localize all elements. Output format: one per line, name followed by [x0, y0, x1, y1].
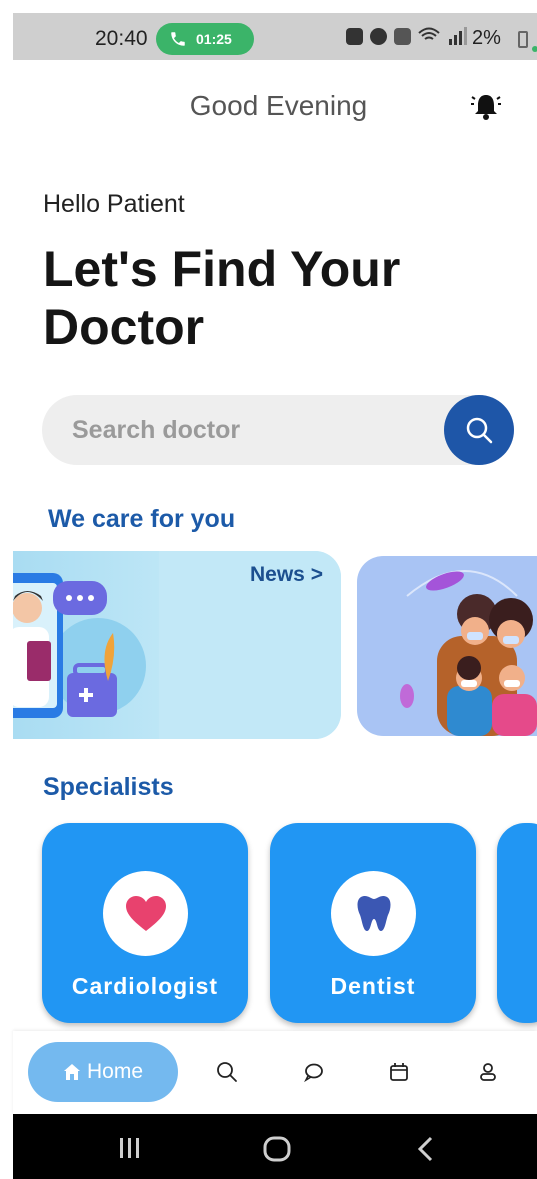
- nav-chat-icon[interactable]: [303, 1061, 325, 1083]
- news-label: News: [250, 563, 305, 586]
- nav-search-icon[interactable]: [216, 1061, 238, 1083]
- search-input[interactable]: [42, 395, 442, 465]
- family-care-card[interactable]: [357, 556, 537, 736]
- nav-home-label: Home: [86, 1060, 144, 1083]
- specialist-card-dentist[interactable]: Dentist: [270, 823, 476, 1023]
- status-icons: [346, 27, 467, 45]
- specialist-icon-badge: [331, 871, 416, 956]
- lock-icon: [346, 27, 363, 45]
- care-section-title: We care for you: [48, 505, 236, 533]
- phone-icon: [171, 32, 185, 46]
- search-button[interactable]: [444, 395, 514, 465]
- status-time: 20:40: [95, 27, 148, 50]
- family-illustration: [400, 570, 537, 736]
- battery-icon: [518, 31, 528, 48]
- system-navigation-bar: [13, 1114, 537, 1179]
- page-headline: Let's Find Your Doctor: [43, 241, 401, 355]
- specialist-label: Cardiologist: [71, 973, 219, 999]
- search-icon: [466, 417, 493, 444]
- battery-percent: 2%: [472, 27, 501, 49]
- back-icon[interactable]: [416, 1136, 434, 1162]
- specialist-icon-badge: [103, 871, 188, 956]
- recents-icon[interactable]: [119, 1136, 141, 1160]
- heart-icon: [125, 895, 166, 931]
- chevron-right-icon: >: [310, 563, 323, 586]
- nav-profile-icon[interactable]: [477, 1061, 499, 1083]
- mute-icon: [394, 27, 411, 45]
- specialists-section-title: Specialists: [43, 773, 174, 801]
- signal-icon: [449, 27, 467, 45]
- home-circle-icon[interactable]: [263, 1136, 291, 1162]
- specialist-card-partial[interactable]: [497, 823, 537, 1023]
- charging-dot: [532, 46, 537, 52]
- search-bar: [42, 395, 514, 465]
- alarm-icon: [370, 27, 387, 45]
- home-icon: [63, 1064, 80, 1080]
- specialist-label: Dentist: [330, 973, 416, 999]
- doctor-phone-illustration: [13, 573, 146, 718]
- ongoing-call-pill[interactable]: 01:25: [156, 23, 254, 55]
- call-timer: 01:25: [196, 31, 232, 47]
- nav-home-button[interactable]: Home: [28, 1042, 178, 1102]
- news-card[interactable]: News >: [13, 551, 341, 739]
- specialist-card-cardiologist[interactable]: Cardiologist: [42, 823, 248, 1023]
- news-link[interactable]: News >: [250, 563, 323, 587]
- bottom-navigation: Home: [13, 1031, 537, 1114]
- tooth-icon: [357, 895, 390, 931]
- status-bar: 20:40 01:25 2%: [13, 13, 537, 60]
- greeting-title: Good Evening: [189, 90, 368, 121]
- hello-patient-text: Hello Patient: [43, 190, 185, 218]
- wifi-icon: [418, 27, 440, 40]
- nav-calendar-icon[interactable]: [388, 1061, 410, 1083]
- alarm-bell-icon[interactable]: [470, 90, 502, 122]
